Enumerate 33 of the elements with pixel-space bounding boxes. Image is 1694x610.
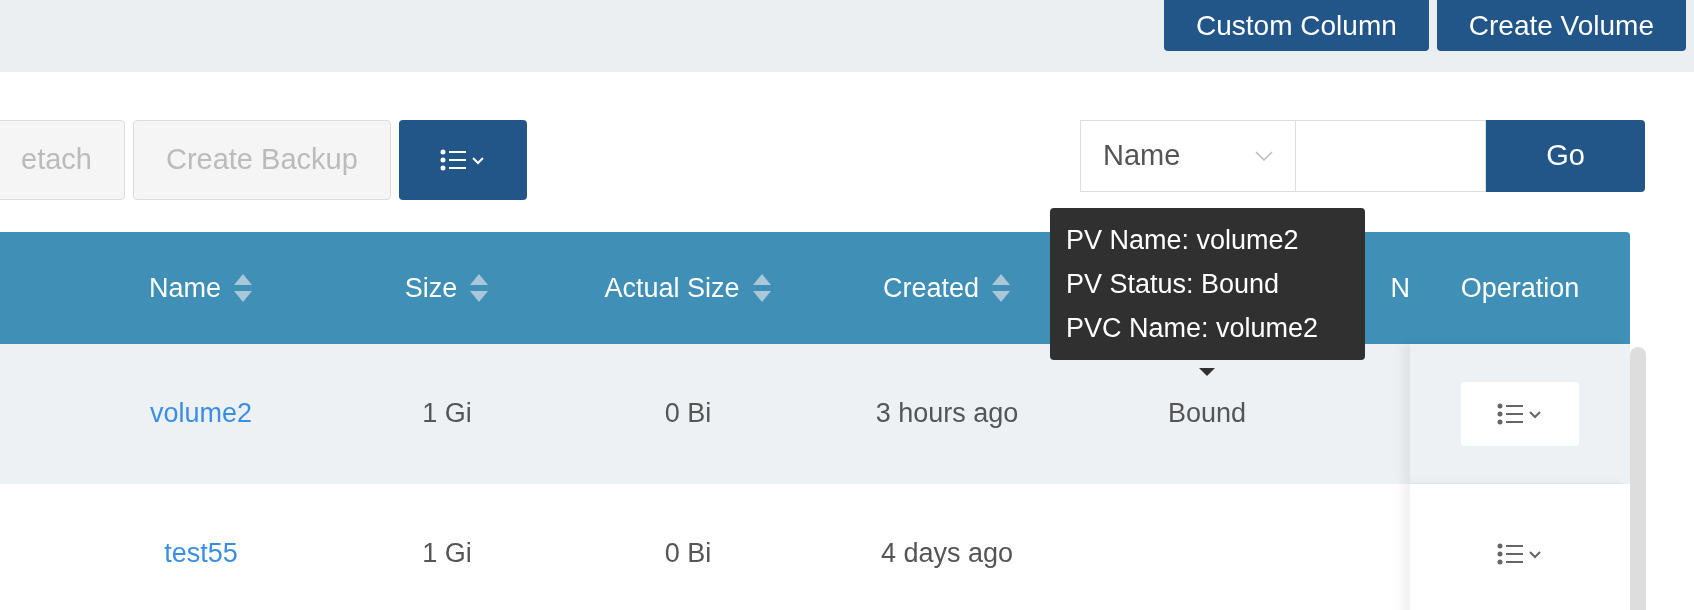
column-header: Size (404, 271, 458, 305)
list-caret-icon (439, 149, 486, 171)
sort-icon[interactable] (991, 272, 1012, 304)
list-caret-icon (1497, 542, 1543, 565)
scrollbar[interactable] (1630, 347, 1646, 610)
pv-pvc-status[interactable]: Bound (1167, 393, 1247, 434)
actual-size-text: 0 Bi (664, 537, 712, 571)
chevron-down-icon (1255, 150, 1273, 162)
column-header: Created (882, 271, 980, 305)
column-header: N (1390, 271, 1410, 305)
volume-link[interactable]: test55 (164, 533, 238, 574)
sort-icon[interactable] (469, 272, 490, 304)
size-text: 1 Gi (422, 537, 472, 571)
tooltip-line: PV Status: Bound (1066, 268, 1281, 301)
batch-menu-button[interactable] (398, 120, 527, 200)
tooltip-pointer (1199, 368, 1215, 376)
search-field-select[interactable]: Name (1080, 120, 1296, 192)
column-header: Actual Size (604, 271, 740, 305)
header-button[interactable]: Custom Column (1164, 0, 1429, 51)
sort-icon[interactable] (751, 272, 772, 304)
size-text: 1 Gi (422, 397, 472, 431)
header-button[interactable]: Create Volume (1436, 0, 1686, 51)
go-button[interactable]: Go (1486, 120, 1645, 192)
list-caret-icon (1497, 402, 1543, 425)
created-text: 4 days ago (880, 537, 1014, 571)
tooltip-line: PV Name: volume2 (1066, 224, 1300, 257)
tooltip-line: PVC Name: volume2 (1066, 312, 1320, 345)
column-header: Operation (1460, 271, 1580, 305)
created-text: 3 hours ago (875, 397, 1019, 431)
column-header: Name (149, 271, 221, 305)
sort-icon[interactable] (233, 272, 253, 304)
operation-menu-button[interactable] (1461, 381, 1579, 446)
actual-size-text: 0 Bi (664, 397, 712, 431)
